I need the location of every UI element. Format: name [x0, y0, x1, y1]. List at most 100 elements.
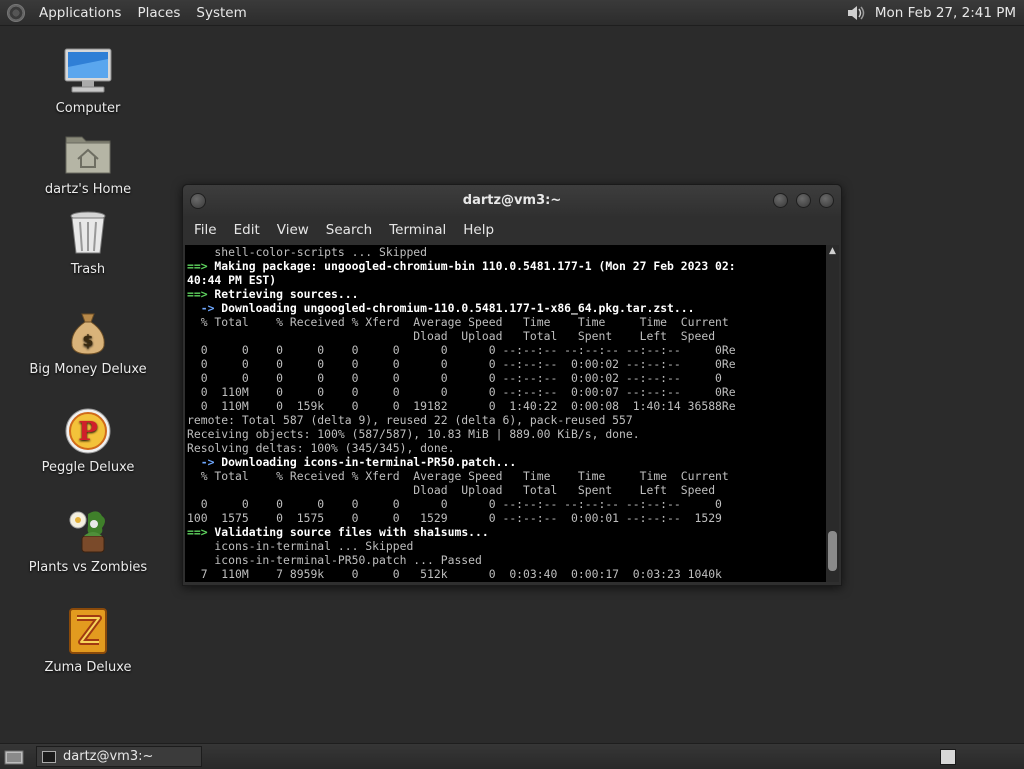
taskbar-button-label: dartz@vm3:~ — [63, 749, 154, 764]
terminal-line: icons-in-terminal-PR50.patch ... Passed — [187, 553, 826, 567]
minimize-button[interactable] — [773, 193, 788, 208]
window-menu-icon[interactable] — [190, 192, 206, 209]
terminal-line-segment: Making package: ungoogled-chromium-bin 1… — [207, 259, 736, 273]
desktop-icon-label: Plants vs Zombies — [28, 560, 148, 575]
maximize-button[interactable] — [796, 193, 811, 208]
money-bag-icon: $ — [71, 313, 105, 355]
terminal-line: Resolving deltas: 100% (345/345), done. — [187, 441, 826, 455]
desktop-icon-plants-vs-zombies[interactable]: Plants vs Zombies — [18, 505, 158, 575]
terminal-line: Dload Upload Total Spent Left Speed — [187, 483, 826, 497]
show-desktop-icon[interactable] — [4, 748, 24, 766]
terminal-window[interactable]: dartz@vm3:~ File Edit View Search Termin… — [182, 184, 842, 586]
home-folder-icon — [65, 136, 111, 174]
places-menu[interactable]: Places — [129, 5, 188, 21]
scroll-up-arrow-icon[interactable]: ▲ — [826, 245, 839, 257]
desktop-icon-label: Computer — [55, 101, 121, 116]
system-menu[interactable]: System — [188, 5, 254, 21]
desktop-icon-zuma[interactable]: Zuma Deluxe — [18, 605, 158, 675]
computer-icon — [64, 48, 112, 93]
clock[interactable]: Mon Feb 27, 2:41 PM — [875, 5, 1024, 21]
terminal-line: 0 110M 0 159k 0 0 19182 0 1:40:22 0:00:0… — [187, 399, 826, 413]
terminal-output[interactable]: shell-color-scripts ... Skipped ==> Makin… — [185, 245, 826, 582]
desktop-icon-home[interactable]: dartz's Home — [18, 127, 158, 197]
trash-icon — [70, 211, 106, 254]
terminal-line: remote: Total 587 (delta 9), reused 22 (… — [187, 413, 826, 427]
menu-terminal[interactable]: Terminal — [382, 222, 456, 238]
terminal-line: shell-color-scripts ... Skipped — [187, 245, 826, 259]
desktop-icon-peggle[interactable]: P Peggle Deluxe — [18, 405, 158, 475]
svg-text:P: P — [78, 417, 98, 447]
terminal-line-segment: Dload Upload Total Spent Left Speed — [187, 483, 716, 497]
terminal-line-segment: 0 0 0 0 0 0 0 0 --:--:-- --:--:-- --:--:… — [187, 343, 736, 357]
menu-search[interactable]: Search — [319, 222, 382, 238]
svg-text:$: $ — [82, 331, 93, 350]
terminal-line-segment: -> — [187, 455, 215, 469]
speaker-icon[interactable] — [845, 2, 867, 24]
terminal-line: 7 110M 7 8959k 0 0 512k 0 0:03:40 0:00:1… — [187, 567, 826, 581]
distro-logo-icon[interactable] — [7, 3, 25, 22]
terminal-line-segment: 0 0 0 0 0 0 0 0 --:--:-- 0:00:02 --:--:-… — [187, 357, 736, 371]
terminal-line-segment: ==> — [187, 525, 208, 539]
terminal-line-segment: -> — [187, 301, 215, 315]
desktop-icon-trash[interactable]: Trash — [18, 207, 158, 277]
terminal-line: 0 110M 0 0 0 0 0 0 --:--:-- 0:00:07 --:-… — [187, 385, 826, 399]
terminal-line-segment: 40:44 PM EST) — [187, 273, 277, 287]
terminal-line-segment: 100 1575 0 1575 0 0 1529 0 --:--:-- 0:00… — [187, 511, 722, 525]
terminal-line-segment: % Total % Received % Xferd Average Speed… — [187, 469, 729, 483]
terminal-line-segment: icons-in-terminal ... Skipped — [187, 539, 414, 553]
workspace-switcher-icon[interactable] — [940, 748, 956, 765]
taskbar-terminal-button[interactable]: dartz@vm3:~ — [36, 746, 202, 767]
menu-view[interactable]: View — [270, 222, 319, 238]
menu-file[interactable]: File — [187, 222, 227, 238]
terminal-line: -> Downloading ungoogled-chromium-110.0.… — [187, 301, 826, 315]
terminal-line-segment: Downloading ungoogled-chromium-110.0.548… — [214, 301, 695, 315]
menu-edit[interactable]: Edit — [227, 222, 270, 238]
bottom-panel: dartz@vm3:~ — [0, 743, 1024, 769]
zuma-icon — [69, 608, 107, 654]
terminal-line: 0 0 0 0 0 0 0 0 --:--:-- 0:00:02 --:--:-… — [187, 371, 826, 385]
terminal-line: 100 1575 0 1575 0 0 1529 0 --:--:-- 0:00… — [187, 511, 826, 525]
peggle-icon: P — [65, 408, 111, 454]
terminal-line: 40:44 PM EST) — [187, 273, 826, 287]
terminal-line-segment: 0 110M 0 0 0 0 0 0 --:--:-- 0:00:07 --:-… — [187, 385, 736, 399]
desktop-icon-label: Zuma Deluxe — [44, 660, 132, 675]
scrollbar-thumb[interactable] — [828, 531, 837, 571]
applications-menu[interactable]: Applications — [31, 5, 129, 21]
terminal-line-segment: ==> — [187, 259, 208, 273]
menu-help[interactable]: Help — [456, 222, 504, 238]
terminal-line-segment: 0 0 0 0 0 0 0 0 --:--:-- 0:00:02 --:--:-… — [187, 371, 722, 385]
window-titlebar[interactable]: dartz@vm3:~ — [183, 185, 841, 216]
terminal-line: 0 0 0 0 0 0 0 0 --:--:-- --:--:-- --:--:… — [187, 497, 826, 511]
terminal-line-segment: 7 110M 7 8959k 0 0 512k 0 0:03:40 0:00:1… — [187, 567, 722, 581]
terminal-line-segment: remote: Total 587 (delta 9), reused 22 (… — [187, 413, 633, 427]
terminal-line-segment: ==> — [187, 287, 208, 301]
terminal-line: -> Downloading icons-in-terminal-PR50.pa… — [187, 455, 826, 469]
terminal-line: 0 0 0 0 0 0 0 0 --:--:-- 0:00:02 --:--:-… — [187, 357, 826, 371]
terminal-line: % Total % Received % Xferd Average Speed… — [187, 469, 826, 483]
terminal-line: icons-in-terminal ... Skipped — [187, 539, 826, 553]
terminal-line-segment: 0 0 0 0 0 0 0 0 --:--:-- --:--:-- --:--:… — [187, 497, 722, 511]
terminal-line-segment: icons-in-terminal-PR50.patch ... Passed — [187, 553, 482, 567]
terminal-line-segment: Receiving objects: 100% (587/587), 10.83… — [187, 427, 640, 441]
top-panel: Applications Places System Mon Feb 27, 2… — [0, 0, 1024, 26]
desktop-icon-label: Trash — [70, 262, 106, 277]
terminal-line: Receiving objects: 100% (587/587), 10.83… — [187, 427, 826, 441]
terminal-line-segment: Retrieving sources... — [207, 287, 359, 301]
terminal-line: Dload Upload Total Spent Left Speed — [187, 329, 826, 343]
desktop-icon-big-money[interactable]: $ Big Money Deluxe — [18, 307, 158, 377]
desktop-icon-computer[interactable]: Computer — [18, 46, 158, 116]
terminal-icon — [42, 750, 56, 763]
terminal-line: ==> Retrieving sources... — [187, 287, 826, 301]
desktop-icon-label: dartz's Home — [44, 182, 132, 197]
terminal-line-segment: Resolving deltas: 100% (345/345), done. — [187, 441, 455, 455]
terminal-menubar: File Edit View Search Terminal Help — [183, 216, 841, 244]
plants-vs-zombies-icon — [69, 511, 105, 553]
terminal-text: shell-color-scripts ... Skipped ==> Makin… — [185, 245, 826, 581]
terminal-scrollbar[interactable]: ▲ — [826, 245, 839, 582]
terminal-line-segment: Validating source files with sha1sums... — [207, 525, 489, 539]
terminal-line-segment: 0 110M 0 159k 0 0 19182 0 1:40:22 0:00:0… — [187, 399, 736, 413]
terminal-line-segment: Dload Upload Total Spent Left Speed — [187, 329, 716, 343]
terminal-line-segment: Downloading icons-in-terminal-PR50.patch… — [214, 455, 517, 469]
close-button[interactable] — [819, 193, 834, 208]
desktop-icon-label: Peggle Deluxe — [41, 460, 135, 475]
